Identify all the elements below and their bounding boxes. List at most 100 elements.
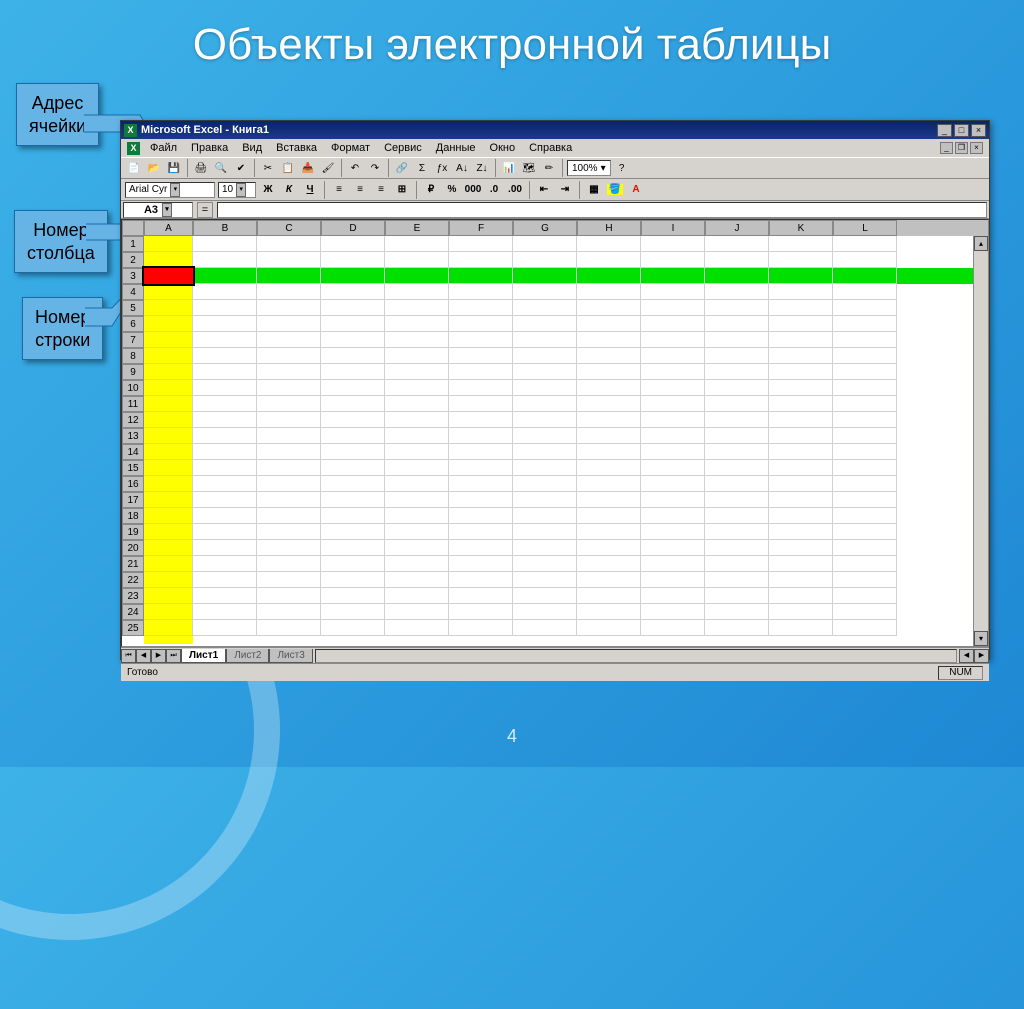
row-header-16[interactable]: 16 — [122, 476, 144, 492]
col-header-e[interactable]: E — [385, 220, 449, 236]
font-combo[interactable]: Arial Cyr▾ — [125, 182, 215, 198]
tab-nav-prev[interactable]: ◀ — [136, 649, 151, 663]
merge-icon[interactable]: ⊞ — [393, 181, 411, 199]
name-box[interactable]: A3▾ — [123, 202, 193, 218]
help-icon[interactable]: ? — [613, 159, 631, 177]
fill-color-icon[interactable]: 🪣 — [606, 181, 624, 199]
currency-icon[interactable]: ₽ — [422, 181, 440, 199]
sort-asc-icon[interactable]: A↓ — [453, 159, 471, 177]
select-all-corner[interactable] — [122, 220, 144, 236]
row-header-11[interactable]: 11 — [122, 396, 144, 412]
scroll-right-icon[interactable]: ▶ — [974, 649, 989, 663]
col-header-b[interactable]: B — [193, 220, 257, 236]
doc-restore-button[interactable]: ❐ — [955, 142, 968, 154]
menu-format[interactable]: Формат — [327, 142, 374, 154]
fontsize-combo[interactable]: 10▾ — [218, 182, 256, 198]
row-header-9[interactable]: 9 — [122, 364, 144, 380]
row-header-5[interactable]: 5 — [122, 300, 144, 316]
link-icon[interactable]: 🔗 — [393, 159, 411, 177]
row-header-18[interactable]: 18 — [122, 508, 144, 524]
sort-desc-icon[interactable]: Z↓ — [473, 159, 491, 177]
col-header-j[interactable]: J — [705, 220, 769, 236]
active-cell-a3[interactable] — [144, 268, 193, 284]
row-header-25[interactable]: 25 — [122, 620, 144, 636]
formula-input[interactable] — [217, 202, 987, 218]
row-header-17[interactable]: 17 — [122, 492, 144, 508]
row-header-20[interactable]: 20 — [122, 540, 144, 556]
horizontal-scrollbar[interactable] — [315, 649, 957, 663]
menu-file[interactable]: Файл — [146, 142, 181, 154]
align-left-icon[interactable]: ≡ — [330, 181, 348, 199]
row-header-14[interactable]: 14 — [122, 444, 144, 460]
fx-equals[interactable]: = — [197, 202, 213, 218]
dec-dec-icon[interactable]: .00 — [506, 181, 524, 199]
row-header-22[interactable]: 22 — [122, 572, 144, 588]
open-icon[interactable]: 📂 — [145, 159, 163, 177]
row-header-4[interactable]: 4 — [122, 284, 144, 300]
col-header-f[interactable]: F — [449, 220, 513, 236]
inc-indent-icon[interactable]: ⇥ — [556, 181, 574, 199]
copy-icon[interactable]: 📋 — [279, 159, 297, 177]
col-header-l[interactable]: L — [833, 220, 897, 236]
menu-view[interactable]: Вид — [238, 142, 266, 154]
row-header-23[interactable]: 23 — [122, 588, 144, 604]
sheet-tab-2[interactable]: Лист2 — [226, 649, 269, 663]
row-header-10[interactable]: 10 — [122, 380, 144, 396]
row-header-15[interactable]: 15 — [122, 460, 144, 476]
new-icon[interactable]: 📄 — [125, 159, 143, 177]
menu-window[interactable]: Окно — [486, 142, 520, 154]
scroll-down-icon[interactable]: ▾ — [974, 631, 988, 646]
menu-tools[interactable]: Сервис — [380, 142, 426, 154]
col-header-c[interactable]: C — [257, 220, 321, 236]
row-header-12[interactable]: 12 — [122, 412, 144, 428]
bold-icon[interactable]: Ж — [259, 181, 277, 199]
row-header-13[interactable]: 13 — [122, 428, 144, 444]
doc-close-button[interactable]: × — [970, 142, 983, 154]
inc-dec-icon[interactable]: .0 — [485, 181, 503, 199]
chart-icon[interactable]: 📊 — [500, 159, 518, 177]
scroll-left-icon[interactable]: ◀ — [959, 649, 974, 663]
align-right-icon[interactable]: ≡ — [372, 181, 390, 199]
align-center-icon[interactable]: ≡ — [351, 181, 369, 199]
italic-icon[interactable]: К — [280, 181, 298, 199]
font-color-icon[interactable]: A — [627, 181, 645, 199]
row-header-21[interactable]: 21 — [122, 556, 144, 572]
save-icon[interactable]: 💾 — [165, 159, 183, 177]
underline-icon[interactable]: Ч — [301, 181, 319, 199]
cut-icon[interactable]: ✂ — [259, 159, 277, 177]
col-header-g[interactable]: G — [513, 220, 577, 236]
row-header-6[interactable]: 6 — [122, 316, 144, 332]
row-header-2[interactable]: 2 — [122, 252, 144, 268]
redo-icon[interactable]: ↷ — [366, 159, 384, 177]
doc-minimize-button[interactable]: _ — [940, 142, 953, 154]
col-header-h[interactable]: H — [577, 220, 641, 236]
col-header-k[interactable]: K — [769, 220, 833, 236]
row-header-7[interactable]: 7 — [122, 332, 144, 348]
zoom-combo[interactable]: 100%▾ — [567, 160, 611, 176]
draw-icon[interactable]: ✏ — [540, 159, 558, 177]
percent-icon[interactable]: % — [443, 181, 461, 199]
col-header-i[interactable]: I — [641, 220, 705, 236]
menu-edit[interactable]: Правка — [187, 142, 232, 154]
undo-icon[interactable]: ↶ — [346, 159, 364, 177]
col-header-d[interactable]: D — [321, 220, 385, 236]
paste-icon[interactable]: 📥 — [299, 159, 317, 177]
tab-nav-next[interactable]: ▶ — [151, 649, 166, 663]
fx-icon[interactable]: ƒx — [433, 159, 451, 177]
sheet-tab-3[interactable]: Лист3 — [269, 649, 312, 663]
thousands-icon[interactable]: 000 — [464, 181, 482, 199]
minimize-button[interactable]: _ — [937, 124, 952, 137]
row-header-1[interactable]: 1 — [122, 236, 144, 252]
menu-help[interactable]: Справка — [525, 142, 576, 154]
preview-icon[interactable]: 🔍 — [212, 159, 230, 177]
row-header-19[interactable]: 19 — [122, 524, 144, 540]
row-header-3[interactable]: 3 — [122, 268, 144, 284]
col-header-a[interactable]: A — [144, 220, 193, 236]
sheet-tab-1[interactable]: Лист1 — [181, 649, 226, 663]
scroll-up-icon[interactable]: ▴ — [974, 236, 988, 251]
menu-insert[interactable]: Вставка — [272, 142, 321, 154]
tab-nav-first[interactable]: ⏮ — [121, 649, 136, 663]
tab-nav-last[interactable]: ⏭ — [166, 649, 181, 663]
sum-icon[interactable]: Σ — [413, 159, 431, 177]
close-button[interactable]: × — [971, 124, 986, 137]
